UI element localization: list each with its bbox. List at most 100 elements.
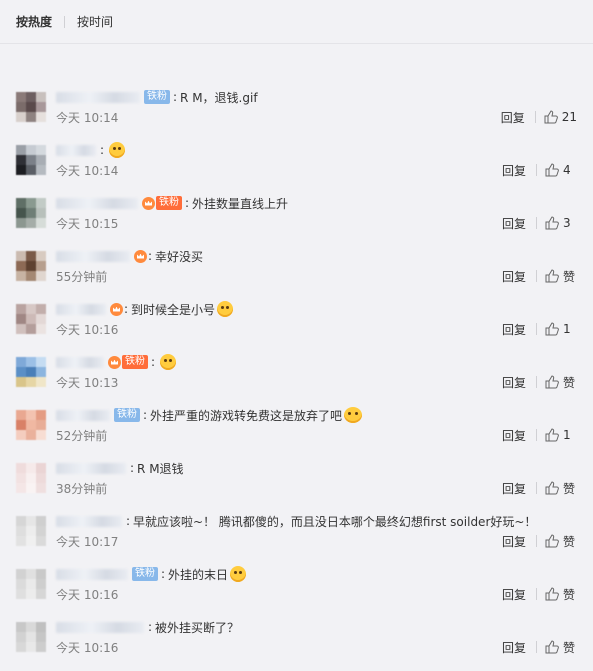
comment-item: : 早就应该啦~！ 腾讯都傻的，而且没日本哪个最终幻想first soilder… <box>0 512 593 565</box>
comment-actions: 回复 赞 <box>502 480 577 496</box>
like-count[interactable]: 1 <box>563 322 577 336</box>
username[interactable] <box>56 515 122 527</box>
avatar[interactable] <box>16 198 46 228</box>
avatar[interactable] <box>16 622 46 652</box>
avatar[interactable] <box>16 569 46 599</box>
thumbs-up-icon[interactable] <box>545 322 559 336</box>
colon: : <box>100 143 105 157</box>
comment-item: 铁粉 : 今天 10:13 回复 赞 <box>0 353 593 406</box>
comment-time: 今天 10:15 <box>56 217 119 231</box>
like-count[interactable]: 1 <box>563 428 577 442</box>
comment-header: : 幸好没买 <box>56 247 203 265</box>
comment-time: 今天 10:17 <box>56 535 119 549</box>
colon: : <box>126 514 131 528</box>
comment-time: 今天 10:14 <box>56 164 119 178</box>
username[interactable] <box>56 250 130 262</box>
reply-button[interactable]: 回复 <box>502 586 526 603</box>
thinking-face-icon <box>217 301 234 317</box>
thumbs-up-icon[interactable] <box>545 269 559 283</box>
thumbs-up-icon[interactable] <box>545 640 559 654</box>
username[interactable] <box>56 303 106 315</box>
action-divider <box>536 482 537 494</box>
reply-button[interactable]: 回复 <box>502 268 526 285</box>
thumbs-up-icon[interactable] <box>545 428 559 442</box>
sort-by-time-tab[interactable]: 按时间 <box>77 13 113 30</box>
grinning-face-icon <box>109 142 126 158</box>
username[interactable] <box>56 356 104 368</box>
reply-button[interactable]: 回复 <box>502 427 526 444</box>
thumbs-up-icon[interactable] <box>545 534 559 548</box>
avatar[interactable] <box>16 357 46 387</box>
colon: : <box>124 302 129 316</box>
reply-button[interactable]: 回复 <box>502 162 526 179</box>
comment-item: : 被外挂买断了？ 今天 10:16 回复 赞 <box>0 618 593 671</box>
thumbs-up-icon[interactable] <box>545 587 559 601</box>
comment-text: R M退钱 <box>137 461 184 476</box>
avatar[interactable] <box>16 410 46 440</box>
like-count[interactable]: 3 <box>563 216 577 230</box>
username[interactable] <box>56 568 128 580</box>
reply-button[interactable]: 回复 <box>502 215 526 232</box>
like-count[interactable]: 赞 <box>563 268 577 285</box>
comment-actions: 回复 4 <box>502 162 577 178</box>
username[interactable] <box>56 462 126 474</box>
like-count[interactable]: 赞 <box>563 480 577 497</box>
colon: : <box>161 567 166 581</box>
reply-button[interactable]: 回复 <box>502 639 526 656</box>
reply-button[interactable]: 回复 <box>502 374 526 391</box>
thumbs-up-icon[interactable] <box>545 481 559 495</box>
reply-button[interactable]: 回复 <box>502 533 526 550</box>
avatar[interactable] <box>16 516 46 546</box>
comment-header: 铁粉 : 外挂的末日 <box>56 565 247 583</box>
comment-text: 外挂数量直线上升 <box>192 196 289 211</box>
comment-header: 铁粉 : 外挂数量直线上升 <box>56 194 288 212</box>
action-divider <box>536 164 537 176</box>
comment-actions: 回复 1 <box>502 321 577 337</box>
comment-header: : <box>56 141 126 159</box>
comment-actions: 回复 赞 <box>502 533 577 549</box>
comment-item: 铁粉 : 外挂数量直线上升 今天 10:15 回复 3 <box>0 194 593 247</box>
comment-actions: 回复 赞 <box>502 586 577 602</box>
action-divider <box>536 376 537 388</box>
comment-actions: 回复 21 <box>501 109 577 125</box>
comment-time: 今天 10:16 <box>56 588 119 602</box>
comment-item: : 到时候全是小号 今天 10:16 回复 1 <box>0 300 593 353</box>
sort-by-hot-tab[interactable]: 按热度 <box>16 13 52 30</box>
comment-actions: 回复 赞 <box>502 639 577 655</box>
thumbs-up-icon[interactable] <box>545 163 559 177</box>
comment-header: : 早就应该啦~！ 腾讯都傻的，而且没日本哪个最终幻想first soilder… <box>56 512 536 530</box>
username[interactable] <box>56 144 96 156</box>
crown-icon <box>134 249 147 263</box>
comment-item: 铁粉 : 外挂严重的游戏转免费这是放弃了吧 52分钟前 回复 1 <box>0 406 593 459</box>
comment-time: 今天 10:16 <box>56 323 119 337</box>
avatar[interactable] <box>16 92 46 122</box>
reply-button[interactable]: 回复 <box>501 109 525 126</box>
like-count[interactable]: 赞 <box>563 639 577 656</box>
avatar[interactable] <box>16 145 46 175</box>
username[interactable] <box>56 621 144 633</box>
sort-bar: 按热度 按时间 <box>0 0 593 44</box>
comment-text: 被外挂买断了？ <box>155 620 240 635</box>
like-count[interactable]: 赞 <box>563 586 577 603</box>
comment-item: : 幸好没买 55分钟前 回复 赞 <box>0 247 593 300</box>
reply-button[interactable]: 回复 <box>502 480 526 497</box>
avatar[interactable] <box>16 463 46 493</box>
avatar[interactable] <box>16 251 46 281</box>
username[interactable] <box>56 91 140 103</box>
fan-badge: 铁粉 <box>122 355 148 369</box>
avatar[interactable] <box>16 304 46 334</box>
username[interactable] <box>56 197 138 209</box>
thumbs-up-icon[interactable] <box>545 216 559 230</box>
like-count[interactable]: 4 <box>563 163 577 177</box>
reply-button[interactable]: 回复 <box>502 321 526 338</box>
username[interactable] <box>56 409 110 421</box>
thumbs-up-icon[interactable] <box>545 375 559 389</box>
thumbs-up-icon[interactable] <box>544 110 558 124</box>
comment-item: 铁粉 : 外挂的末日 今天 10:16 回复 赞 <box>0 565 593 618</box>
crown-icon <box>108 355 121 369</box>
action-divider <box>534 111 536 123</box>
like-count[interactable]: 赞 <box>563 533 577 550</box>
like-count[interactable]: 21 <box>562 110 577 124</box>
comment-header: : 到时候全是小号 <box>56 300 234 318</box>
like-count[interactable]: 赞 <box>563 374 577 391</box>
